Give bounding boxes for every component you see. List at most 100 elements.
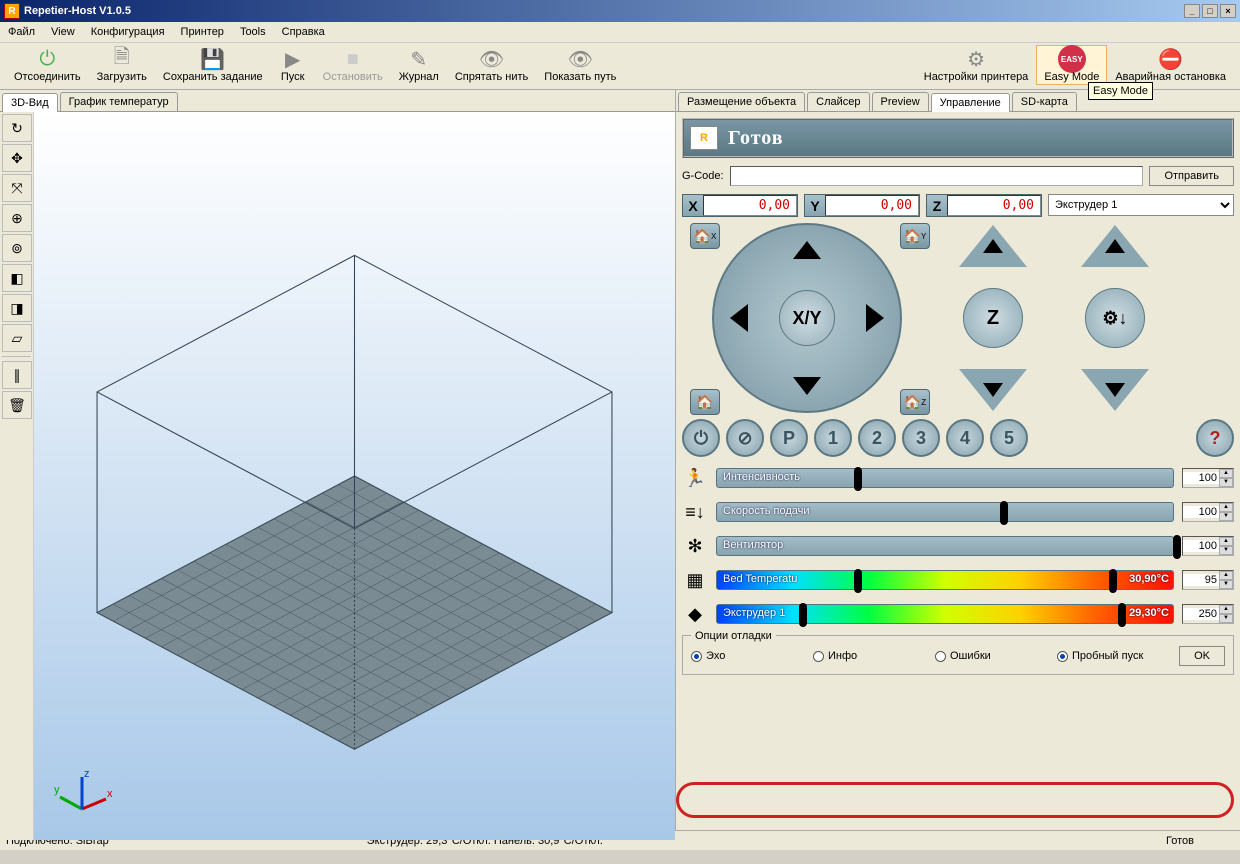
menu-printer[interactable]: Принтер	[181, 26, 224, 38]
z-coord[interactable]: Z0,00	[926, 194, 1042, 217]
power-button[interactable]: ⏻	[682, 419, 720, 457]
axis-gizmo: x y z	[52, 769, 112, 822]
extruder-temp-row: ◆ Экструдер 1 29,30°C ▲▼	[682, 601, 1234, 627]
menu-file[interactable]: Файл	[8, 26, 35, 38]
minimize-button[interactable]: _	[1184, 4, 1200, 18]
right-pane: Размещение объектаСлайсерPreviewУправлен…	[676, 90, 1240, 830]
z-center: Z	[963, 288, 1023, 348]
speed-2-button[interactable]: 2	[858, 419, 896, 457]
load-button[interactable]: 🗎Загрузить	[89, 45, 155, 85]
stop-button[interactable]: ■Остановить	[315, 45, 391, 85]
hide-filament-button[interactable]: 👁Спрятать нить	[447, 45, 536, 85]
bed-temp-slider[interactable]: Bed Temperatu 30,90°C	[716, 570, 1174, 590]
fan-value[interactable]: ▲▼	[1182, 536, 1234, 556]
pan-icon[interactable]: ⤧	[2, 174, 32, 202]
tab-preview[interactable]: Preview	[872, 92, 929, 111]
debug-errors[interactable]: Ошибки	[935, 646, 1049, 666]
speed-multiplier-value[interactable]: ▲▼	[1182, 468, 1234, 488]
retract-button[interactable]	[1081, 225, 1149, 267]
y-plus-button[interactable]	[793, 241, 821, 259]
tab-3d-view[interactable]: 3D-Вид	[2, 93, 58, 112]
menubar: Файл View Конфигурация Принтер Tools Спр…	[0, 22, 1240, 43]
view-iso-icon[interactable]: ◧	[2, 264, 32, 292]
extruder-temp-value[interactable]: ▲▼	[1182, 604, 1234, 624]
status-header: R Готов	[682, 118, 1234, 158]
tab-slicer[interactable]: Слайсер	[807, 92, 869, 111]
y-coord[interactable]: Y0,00	[804, 194, 920, 217]
x-minus-button[interactable]	[730, 304, 748, 332]
home-all-button[interactable]: 🏠	[690, 389, 720, 415]
tab-sd-card[interactable]: SD-карта	[1012, 92, 1077, 111]
start-button[interactable]: ▶Пуск	[271, 45, 315, 85]
save-job-button[interactable]: 💾Сохранить задание	[155, 45, 271, 85]
app-icon: R	[4, 3, 20, 19]
x-coord[interactable]: X0,00	[682, 194, 798, 217]
extrude-settings-button[interactable]: ⚙↓	[1085, 288, 1145, 348]
tab-temp-graph[interactable]: График температур	[60, 92, 178, 111]
emergency-stop-button[interactable]: ⛔Аварийная остановка	[1107, 45, 1234, 85]
close-button[interactable]: ×	[1220, 4, 1236, 18]
x-plus-button[interactable]	[866, 304, 884, 332]
fan-slider[interactable]: Вентилятор	[716, 536, 1174, 556]
tab-control[interactable]: Управление	[931, 93, 1010, 112]
menu-view[interactable]: View	[51, 26, 75, 38]
extruder-temp-slider[interactable]: Экструдер 1 29,30°C	[716, 604, 1174, 624]
delete-icon[interactable]: 🗑	[2, 391, 32, 419]
maximize-button[interactable]: □	[1202, 4, 1218, 18]
right-tabs: Размещение объектаСлайсерPreviewУправлен…	[676, 90, 1240, 112]
feedrate-icon: ≡↓	[682, 502, 708, 523]
bed-temp-value[interactable]: ▲▼	[1182, 570, 1234, 590]
feedrate-row: ≡↓ Скорость подачи ▲▼	[682, 499, 1234, 525]
debug-info[interactable]: Инфо	[813, 646, 927, 666]
bed-temp-icon: ▦	[682, 570, 708, 591]
home-y-button[interactable]: 🏠Y	[900, 223, 930, 249]
axes-icon[interactable]: ∥	[2, 361, 32, 389]
printer-settings-button[interactable]: ⚙Настройки принтера	[916, 45, 1037, 85]
debug-ok-button[interactable]: OK	[1179, 646, 1225, 666]
speed-3-button[interactable]: 3	[902, 419, 940, 457]
debug-dry-run[interactable]: Пробный пуск	[1057, 646, 1171, 666]
feedrate-value[interactable]: ▲▼	[1182, 502, 1234, 522]
z-minus-button[interactable]	[959, 369, 1027, 411]
motors-off-button[interactable]: ⊘	[726, 419, 764, 457]
speed-4-button[interactable]: 4	[946, 419, 984, 457]
help-button[interactable]: ?	[1196, 419, 1234, 457]
speed-multiplier-row: 🏃 Интенсивность ▲▼	[682, 465, 1234, 491]
speed-multiplier-slider[interactable]: Интенсивность	[716, 468, 1174, 488]
home-z-button[interactable]: 🏠Z	[900, 389, 930, 415]
gcode-send-button[interactable]: Отправить	[1149, 166, 1234, 186]
feedrate-slider[interactable]: Скорость подачи	[716, 502, 1174, 522]
connect-button[interactable]: ⏻Отсоединить	[6, 45, 89, 85]
home-x-button[interactable]: 🏠X	[690, 223, 720, 249]
side-toolbar: ↻✥⤧⊕⊚◧◨▱ ∥🗑	[0, 112, 34, 840]
show-path-button[interactable]: 👁Показать путь	[536, 45, 624, 85]
tab-object-placement[interactable]: Размещение объекта	[678, 92, 805, 111]
easy-mode-button[interactable]: EASYEasy Mode	[1036, 45, 1107, 85]
svg-text:x: x	[107, 788, 112, 800]
menu-help[interactable]: Справка	[282, 26, 325, 38]
y-minus-button[interactable]	[793, 377, 821, 395]
park-button[interactable]: P	[770, 419, 808, 457]
speed-5-button[interactable]: 5	[990, 419, 1028, 457]
print-volume-wireframe	[34, 112, 675, 840]
z-plus-button[interactable]	[959, 225, 1027, 267]
menu-config[interactable]: Конфигурация	[91, 26, 165, 38]
view-top-icon[interactable]: ▱	[2, 324, 32, 352]
3d-viewport[interactable]: x y z	[34, 112, 675, 840]
status-state: Готов	[1166, 835, 1234, 847]
svg-text:z: z	[84, 769, 90, 780]
bed-temp-row: ▦ Bed Temperatu 30,90°C ▲▼	[682, 567, 1234, 593]
zoom-fit-icon[interactable]: ⊚	[2, 234, 32, 262]
view-front-icon[interactable]: ◨	[2, 294, 32, 322]
zoom-in-icon[interactable]: ⊕	[2, 204, 32, 232]
debug-echo[interactable]: Эхо	[691, 646, 805, 666]
speed-1-button[interactable]: 1	[814, 419, 852, 457]
extrude-button[interactable]	[1081, 369, 1149, 411]
gcode-input[interactable]	[730, 166, 1144, 186]
svg-text:y: y	[54, 784, 60, 796]
log-button[interactable]: ✎Журнал	[391, 45, 447, 85]
refresh-icon[interactable]: ↻	[2, 114, 32, 142]
extruder-select[interactable]: Экструдер 1	[1048, 194, 1234, 216]
menu-tools[interactable]: Tools	[240, 26, 266, 38]
move-icon[interactable]: ✥	[2, 144, 32, 172]
